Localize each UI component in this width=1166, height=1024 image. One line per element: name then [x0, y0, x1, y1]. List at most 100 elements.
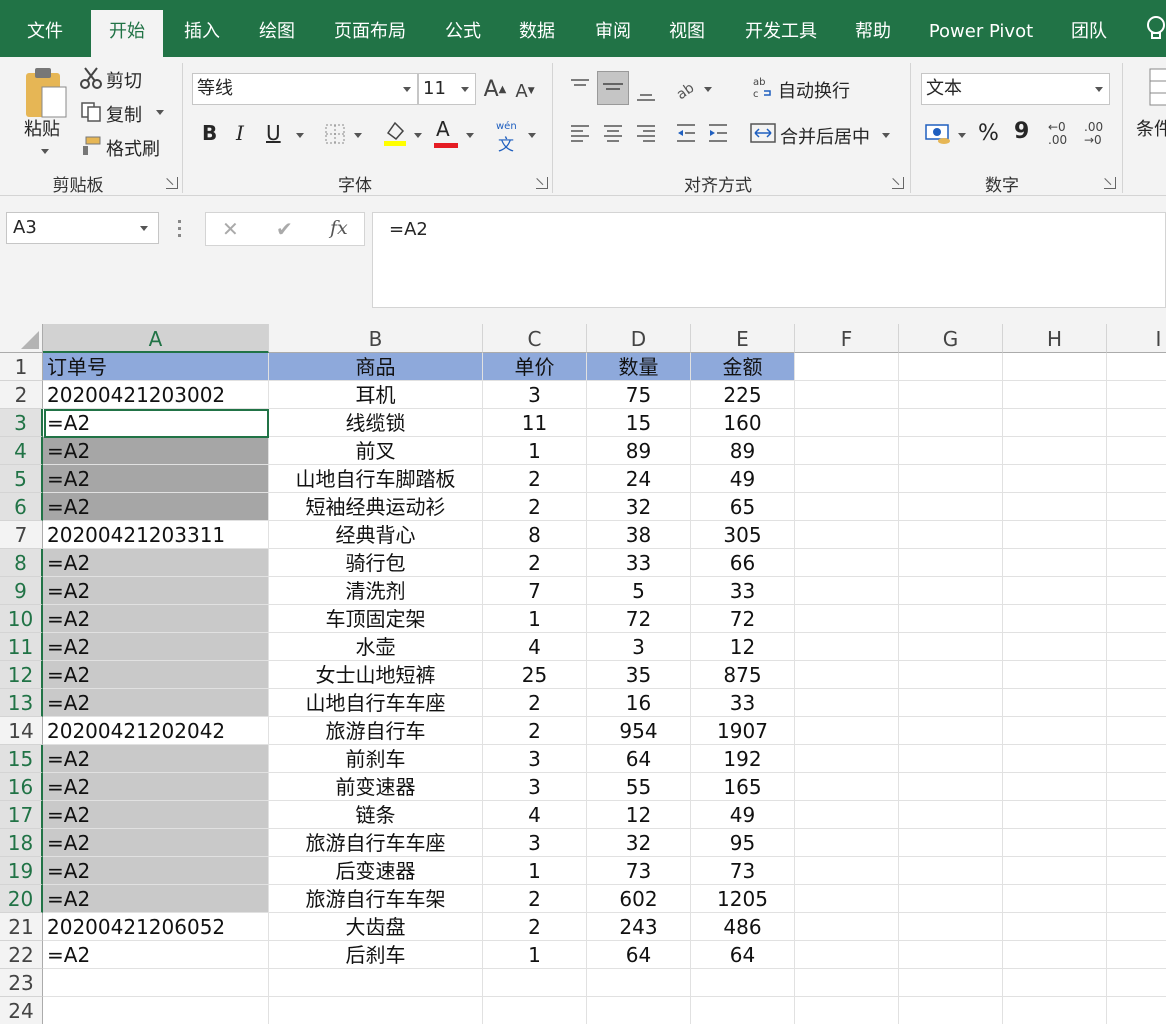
- wrap-text-button[interactable]: 自动换行: [778, 77, 850, 103]
- cell-D15[interactable]: 64: [587, 745, 691, 773]
- cell-A24[interactable]: [43, 997, 269, 1024]
- font-color-dropdown-icon[interactable]: [466, 133, 474, 138]
- underline-dropdown-icon[interactable]: [296, 133, 304, 138]
- cell-C10[interactable]: 1: [483, 605, 587, 633]
- cell-D19[interactable]: 73: [587, 857, 691, 885]
- column-header-A[interactable]: A: [43, 324, 269, 353]
- cell-H17[interactable]: [1003, 801, 1107, 829]
- cell-E7[interactable]: 305: [691, 521, 795, 549]
- paste-button[interactable]: 粘贴: [24, 115, 60, 141]
- cell-A13[interactable]: =A2: [43, 689, 269, 717]
- cell-D17[interactable]: 12: [587, 801, 691, 829]
- cell-B11[interactable]: 水壶: [269, 633, 483, 661]
- cell-F13[interactable]: [795, 689, 899, 717]
- row-header-17[interactable]: 17: [0, 801, 43, 829]
- cell-A12[interactable]: =A2: [43, 661, 269, 689]
- cell-A4[interactable]: =A2: [43, 437, 269, 465]
- cell-H2[interactable]: [1003, 381, 1107, 409]
- cell-E19[interactable]: 73: [691, 857, 795, 885]
- column-header-C[interactable]: C: [483, 324, 587, 353]
- borders-icon[interactable]: [324, 123, 346, 145]
- number-launcher-icon[interactable]: [1104, 177, 1116, 189]
- tab-review[interactable]: 审阅: [582, 10, 644, 57]
- cell-C7[interactable]: 8: [483, 521, 587, 549]
- cell-B16[interactable]: 前变速器: [269, 773, 483, 801]
- column-header-E[interactable]: E: [691, 324, 795, 353]
- borders-dropdown-icon[interactable]: [354, 133, 362, 138]
- cell-A9[interactable]: =A2: [43, 577, 269, 605]
- cell-E9[interactable]: 33: [691, 577, 795, 605]
- cell-H8[interactable]: [1003, 549, 1107, 577]
- row-header-3[interactable]: 3: [0, 409, 43, 437]
- cell-F2[interactable]: [795, 381, 899, 409]
- decrease-decimal-button[interactable]: .00 →0: [1084, 121, 1103, 147]
- cell-I22[interactable]: [1107, 941, 1166, 969]
- cell-A21[interactable]: 20200421206052: [43, 913, 269, 941]
- cell-D6[interactable]: 32: [587, 493, 691, 521]
- cell-H15[interactable]: [1003, 745, 1107, 773]
- cell-H22[interactable]: [1003, 941, 1107, 969]
- cell-E8[interactable]: 66: [691, 549, 795, 577]
- cell-A1[interactable]: 订单号: [43, 353, 269, 381]
- cell-E21[interactable]: 486: [691, 913, 795, 941]
- orientation-dropdown-icon[interactable]: [704, 87, 712, 92]
- cell-I11[interactable]: [1107, 633, 1166, 661]
- row-header-6[interactable]: 6: [0, 493, 43, 521]
- cell-F23[interactable]: [795, 969, 899, 997]
- cell-I16[interactable]: [1107, 773, 1166, 801]
- orientation-icon[interactable]: ab: [674, 77, 700, 103]
- cell-F5[interactable]: [795, 465, 899, 493]
- conditional-formatting-button[interactable]: 条件: [1136, 115, 1166, 141]
- cell-C4[interactable]: 1: [483, 437, 587, 465]
- cell-A15[interactable]: =A2: [43, 745, 269, 773]
- tab-home[interactable]: 开始: [91, 10, 163, 57]
- cell-B17[interactable]: 链条: [269, 801, 483, 829]
- cell-B9[interactable]: 清洗剂: [269, 577, 483, 605]
- row-header-15[interactable]: 15: [0, 745, 43, 773]
- row-header-22[interactable]: 22: [0, 941, 43, 969]
- row-header-16[interactable]: 16: [0, 773, 43, 801]
- tab-formulas[interactable]: 公式: [432, 10, 494, 57]
- tab-developer[interactable]: 开发工具: [732, 10, 830, 57]
- cell-E1[interactable]: 金额: [691, 353, 795, 381]
- copy-icon[interactable]: [80, 101, 102, 123]
- tab-insert[interactable]: 插入: [170, 10, 234, 57]
- cell-F8[interactable]: [795, 549, 899, 577]
- cell-D21[interactable]: 243: [587, 913, 691, 941]
- cell-A6[interactable]: =A2: [43, 493, 269, 521]
- cancel-icon[interactable]: ✕: [222, 217, 239, 241]
- cell-F4[interactable]: [795, 437, 899, 465]
- cell-H12[interactable]: [1003, 661, 1107, 689]
- cell-C16[interactable]: 3: [483, 773, 587, 801]
- cell-F9[interactable]: [795, 577, 899, 605]
- cell-C9[interactable]: 7: [483, 577, 587, 605]
- cell-D23[interactable]: [587, 969, 691, 997]
- cell-F14[interactable]: [795, 717, 899, 745]
- cell-C2[interactable]: 3: [483, 381, 587, 409]
- cell-A5[interactable]: =A2: [43, 465, 269, 493]
- chevron-down-icon[interactable]: [461, 87, 469, 92]
- cell-I21[interactable]: [1107, 913, 1166, 941]
- decrease-indent-icon[interactable]: [674, 121, 698, 145]
- cell-G24[interactable]: [899, 997, 1003, 1024]
- cell-G21[interactable]: [899, 913, 1003, 941]
- cell-B10[interactable]: 车顶固定架: [269, 605, 483, 633]
- cell-D2[interactable]: 75: [587, 381, 691, 409]
- cell-F12[interactable]: [795, 661, 899, 689]
- cell-G8[interactable]: [899, 549, 1003, 577]
- cell-G10[interactable]: [899, 605, 1003, 633]
- cell-A11[interactable]: =A2: [43, 633, 269, 661]
- cell-E12[interactable]: 875: [691, 661, 795, 689]
- cell-D22[interactable]: 64: [587, 941, 691, 969]
- row-header-10[interactable]: 10: [0, 605, 43, 633]
- cell-G6[interactable]: [899, 493, 1003, 521]
- cell-F21[interactable]: [795, 913, 899, 941]
- cell-G4[interactable]: [899, 437, 1003, 465]
- row-header-14[interactable]: 14: [0, 717, 43, 745]
- row-header-19[interactable]: 19: [0, 857, 43, 885]
- percent-style-button[interactable]: %: [978, 121, 999, 146]
- tab-page-layout[interactable]: 页面布局: [322, 10, 418, 57]
- insert-function-icon[interactable]: fx: [330, 217, 348, 239]
- cell-D4[interactable]: 89: [587, 437, 691, 465]
- cell-I10[interactable]: [1107, 605, 1166, 633]
